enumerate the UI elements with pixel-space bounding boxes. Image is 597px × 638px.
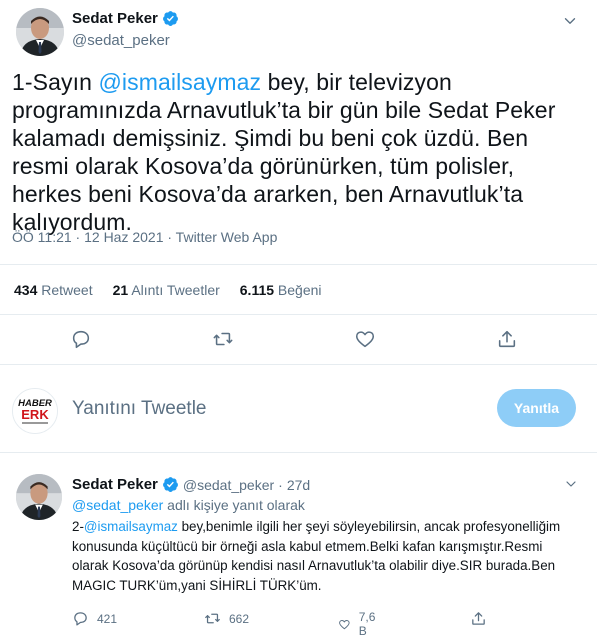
retweets-count: 434 [14, 282, 38, 298]
reply-icon[interactable] [70, 328, 92, 350]
author-name[interactable]: Sedat Peker [72, 10, 179, 27]
retweet-count: 662 [229, 611, 250, 626]
share-action[interactable] [470, 610, 487, 627]
replying-to-mention[interactable]: @sedat_peker [72, 497, 163, 513]
quotes-label: Alıntı Tweetler [131, 282, 220, 298]
verified-badge-icon [162, 477, 178, 492]
retweets-stat[interactable]: 434 Retweet [14, 282, 93, 298]
reply-icon [74, 612, 87, 626]
avatar-photo [16, 8, 64, 56]
retweet-icon [205, 613, 220, 624]
likes-count: 6.115 [239, 282, 275, 298]
likes-label: Beğeni [277, 282, 322, 298]
like-action[interactable]: 7,6 B [338, 610, 380, 638]
share-icon[interactable] [496, 328, 518, 350]
reply-composer-input[interactable]: Yanıtını Tweetle [72, 398, 207, 420]
chevron-down-icon[interactable] [563, 476, 579, 492]
mention-link[interactable]: @ismailsaymaz [84, 519, 178, 534]
divider [0, 364, 597, 365]
reply-header: Sedat Peker @sedat_peker · 27d [72, 476, 310, 493]
reply-count: 421 [97, 611, 118, 626]
replying-to: @sedat_peker adlı kişiye yanıt olarak [72, 497, 305, 513]
like-icon[interactable] [354, 328, 376, 350]
quotes-stat[interactable]: 21 Alıntı Tweetler [113, 282, 220, 298]
divider [0, 452, 597, 453]
divider [0, 264, 597, 265]
author-handle[interactable]: @sedat_peker [72, 32, 170, 49]
author-name-text[interactable]: Sedat Peker [72, 10, 158, 27]
author-avatar[interactable] [16, 8, 64, 56]
reply-tweet-text: 2-@ismailsaymaz bey,benimle ilgili her ş… [72, 517, 580, 595]
separator-dot: · [278, 476, 283, 493]
tweet-meta[interactable]: ÖÖ 11:21 · 12 Haz 2021 · Twitter Web App [12, 229, 277, 245]
composer-avatar[interactable]: HABER ERK [12, 388, 58, 434]
reply-author-name[interactable]: Sedat Peker [72, 476, 158, 493]
reply-text-number: 2- [72, 519, 84, 534]
replying-to-text: adlı kişiye yanıt olarak [163, 497, 305, 513]
svg-text:ERK: ERK [21, 407, 49, 422]
tweet-text: 1-Sayın @ismailsaymaz bey, bir televizyo… [12, 68, 582, 236]
quotes-count: 21 [112, 282, 129, 298]
reply-time[interactable]: 27d [287, 477, 310, 493]
likes-stat[interactable]: 6.115 Beğeni [240, 282, 322, 298]
share-icon [472, 612, 485, 625]
divider [0, 314, 597, 315]
mention-link[interactable]: @ismailsaymaz [98, 69, 261, 95]
reply-submit-button[interactable]: Yanıtla [497, 389, 576, 427]
reply-author-handle[interactable]: @sedat_peker [183, 477, 274, 493]
avatar-photo [16, 474, 62, 520]
retweet-icon[interactable] [212, 328, 234, 350]
reply-author-avatar[interactable] [16, 474, 62, 520]
verified-badge-icon [162, 11, 178, 26]
tweet-text-number: 1-Sayın [12, 69, 99, 95]
like-count: 7,6 B [358, 610, 376, 638]
tweet-stats: 434 Retweet 21 Alıntı Tweetler 6.115 Beğ… [14, 282, 322, 298]
like-icon [339, 619, 350, 629]
retweets-label: Retweet [41, 282, 93, 298]
haber-erk-logo: HABER ERK [13, 389, 57, 433]
reply-action[interactable]: 421 [72, 610, 117, 627]
chevron-down-icon[interactable] [561, 12, 579, 30]
retweet-action[interactable]: 662 [204, 610, 249, 627]
